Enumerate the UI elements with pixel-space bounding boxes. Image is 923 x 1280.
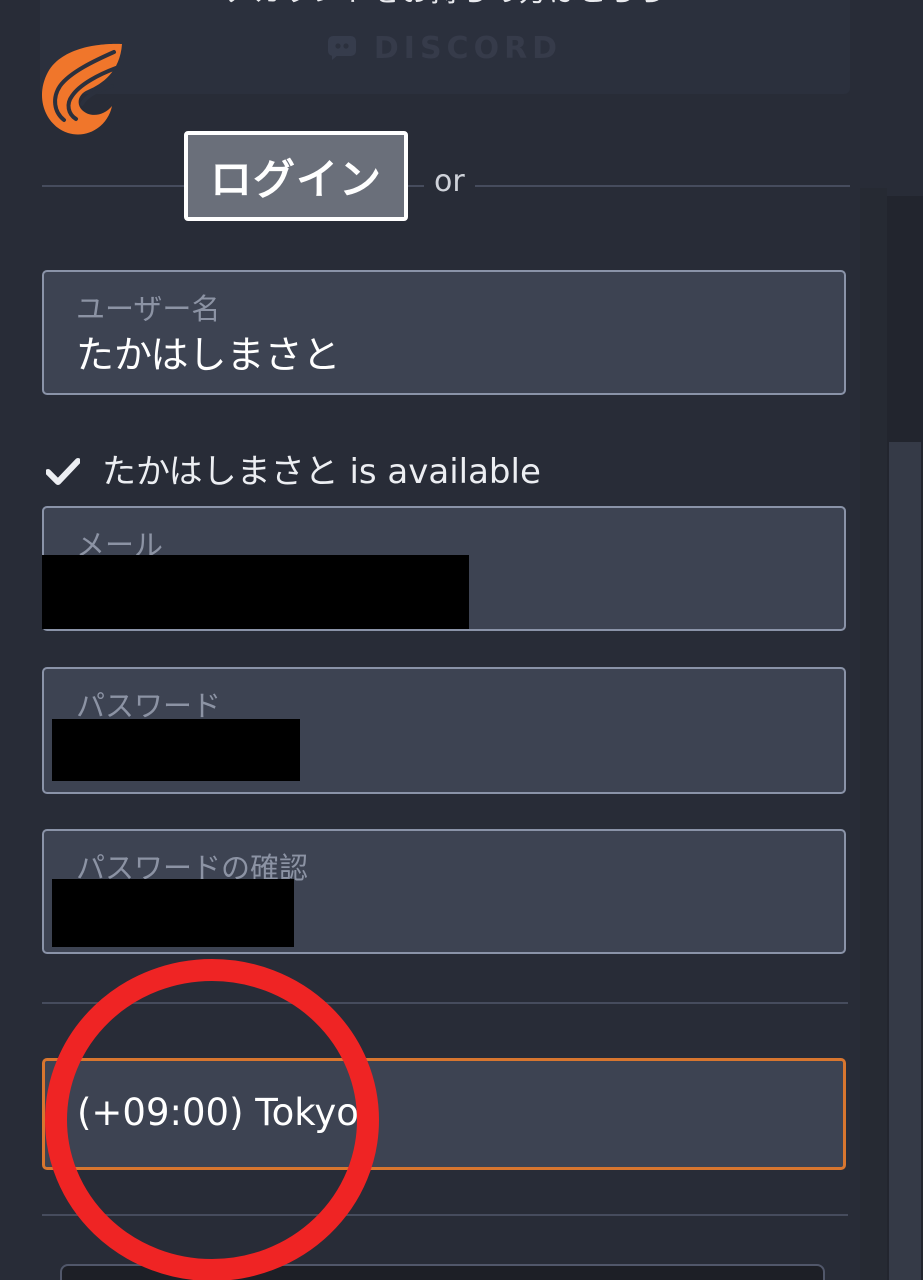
password-confirm-input[interactable]: パスワードの確認 [42,829,846,954]
right-gutter [860,188,887,1280]
check-icon [45,455,81,485]
existing-account-link[interactable]: アカウントをお持ちの方はこちら [40,0,850,16]
login-or-separator: ログイン or [42,131,850,221]
form-divider-top [42,1002,848,1004]
form-divider-bottom [42,1214,848,1216]
username-input[interactable]: ユーザー名 たかはしまさと [42,270,846,395]
header-strip: アカウントをお持ちの方はこちら DISCORD [40,0,850,94]
discord-login-button[interactable]: DISCORD [40,16,850,80]
page-scrollbar-thumb[interactable] [889,442,921,1280]
password-redaction-bar [52,719,300,781]
login-button[interactable]: ログイン [184,131,408,221]
bottom-field-stub[interactable] [60,1264,825,1280]
username-label: ユーザー名 [76,292,221,326]
or-label: or [424,164,475,199]
password-input[interactable]: パスワード [42,667,846,794]
discord-button-label: DISCORD [373,30,563,66]
signup-page: アカウントをお持ちの方はこちら DISCORD ログイン or [0,0,923,1280]
timezone-value: (+09:00) Tokyo [77,1091,359,1134]
password-confirm-redaction-bar [52,879,294,947]
discord-icon [327,36,360,60]
email-input[interactable]: メール [42,506,846,631]
username-value: たかはしまさと [76,333,341,377]
page-scrollbar-track[interactable] [887,196,923,1280]
availability-text: たかはしまさと is available [102,452,541,492]
email-redaction-bar [42,555,469,629]
timezone-select[interactable]: (+09:00) Tokyo [42,1058,846,1170]
username-availability-notice: たかはしまさと is available [45,444,541,493]
leaf-logo-icon [36,38,132,138]
